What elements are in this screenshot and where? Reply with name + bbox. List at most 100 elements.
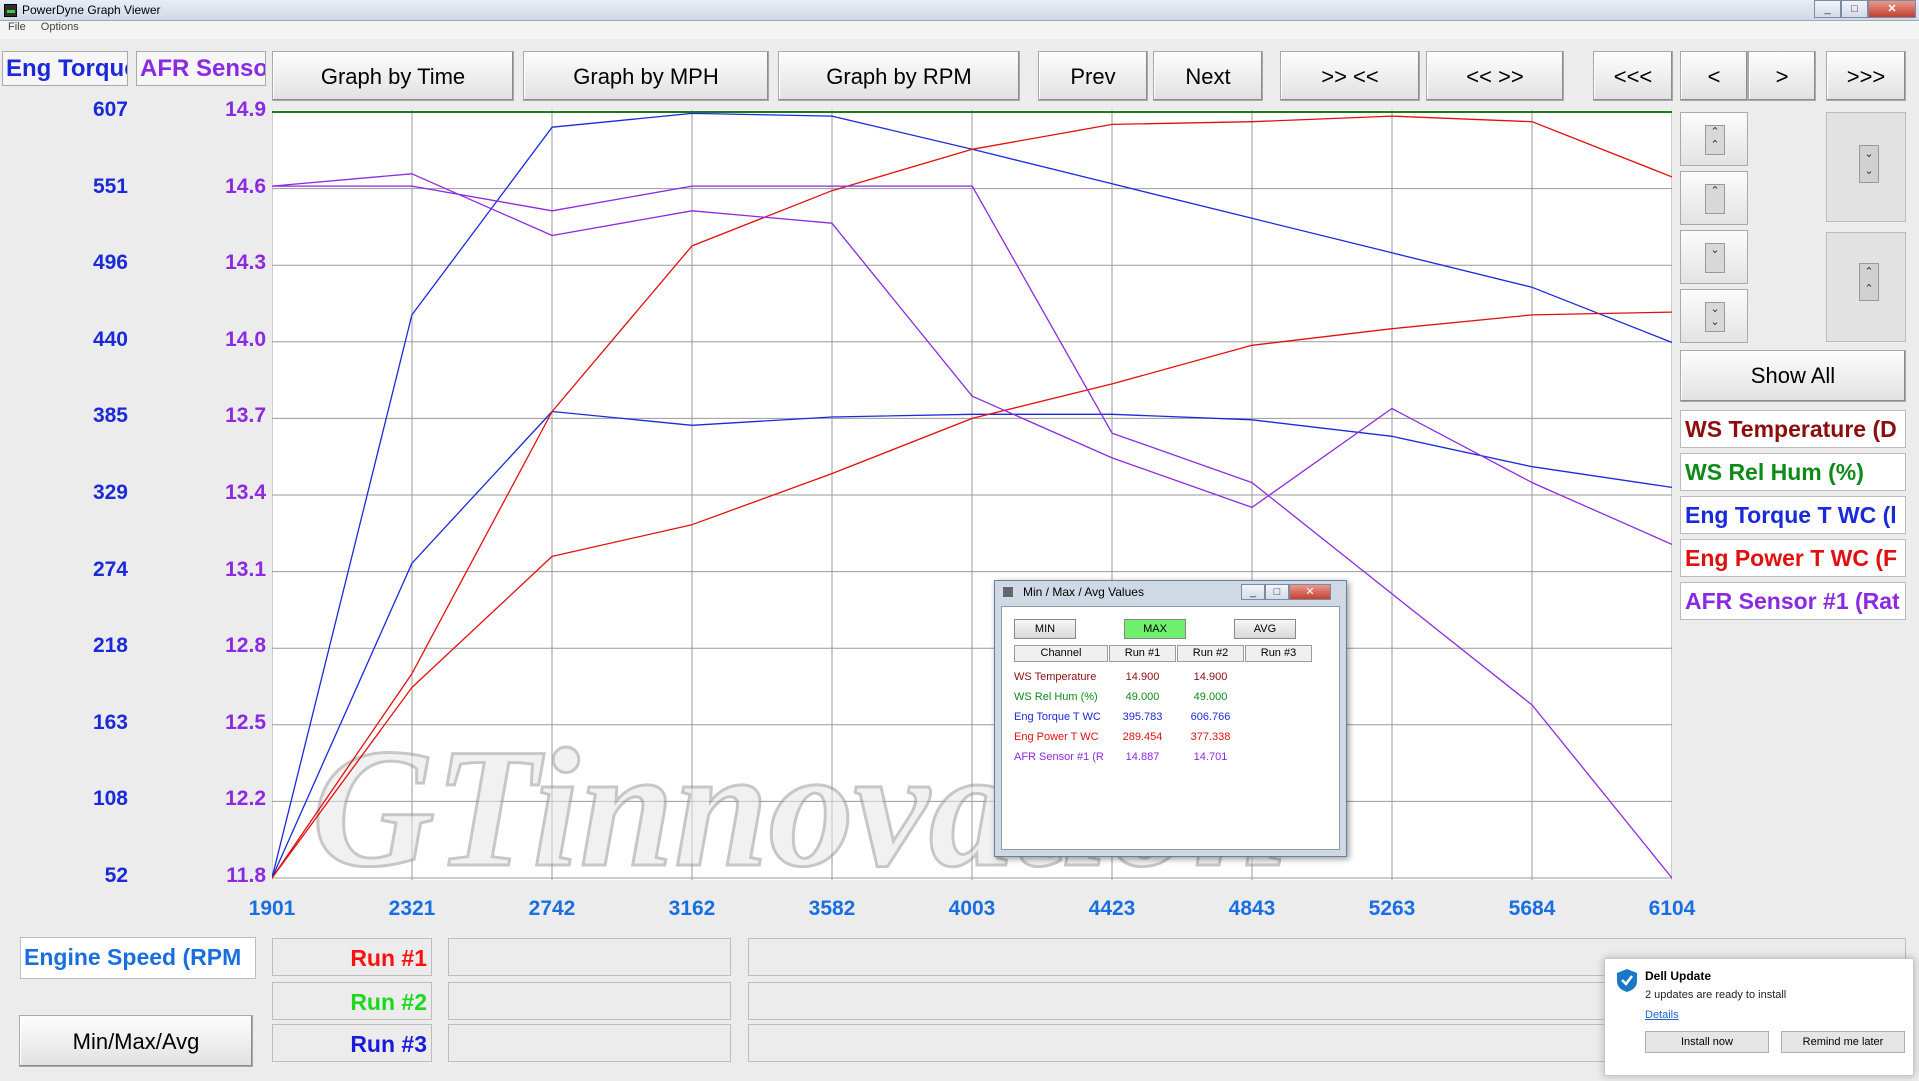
dell-update-icon bbox=[1615, 967, 1639, 993]
right-axis-header[interactable]: AFR Sensor #1 bbox=[136, 51, 266, 86]
right-tick-label: 12.5 bbox=[225, 710, 266, 734]
avg-button[interactable]: AVG bbox=[1234, 619, 1296, 639]
dialog-cell-run2: 377.338 bbox=[1190, 731, 1231, 743]
scale-up-button[interactable]: ⌃ bbox=[1680, 171, 1748, 225]
dialog-close-button[interactable]: ✕ bbox=[1289, 584, 1331, 600]
left-tick-label: 496 bbox=[92, 251, 128, 275]
min-max-avg-button[interactable]: Min/Max/Avg bbox=[19, 1015, 253, 1067]
left-axis-header[interactable]: Eng Torque T WC bbox=[2, 51, 128, 86]
dialog-cell-channel: Eng Power T WC bbox=[1014, 731, 1099, 743]
dell-update-toast: Dell Update 2 updates are ready to insta… bbox=[1604, 958, 1914, 1076]
x-tick-label: 3162 bbox=[668, 897, 716, 920]
dialog-title: Min / Max / Avg Values bbox=[1023, 585, 1144, 599]
graph-by-time-button[interactable]: Graph by Time bbox=[272, 51, 514, 101]
header-channel: Channel bbox=[1014, 645, 1108, 662]
right-scale-up-button[interactable]: ⌃ ⌃ bbox=[1826, 232, 1906, 342]
dialog-cell-channel: AFR Sensor #1 (R bbox=[1014, 751, 1104, 763]
menu-file[interactable]: File bbox=[8, 21, 26, 33]
legend-item[interactable]: Eng Torque T WC (l bbox=[1680, 496, 1906, 534]
close-button[interactable]: ✕ bbox=[1868, 0, 1916, 18]
x-tick-label: 6104 bbox=[1648, 897, 1696, 920]
x-tick-label: 3582 bbox=[808, 897, 856, 920]
maximize-button[interactable]: □ bbox=[1841, 0, 1868, 18]
dyno-chart[interactable]: GTinnovation bbox=[272, 110, 1672, 880]
left-tick-label: 52 bbox=[104, 864, 128, 887]
dialog-cell-run3 bbox=[1245, 707, 1312, 727]
right-scale-down-button[interactable]: ⌄ ⌄ bbox=[1826, 112, 1906, 222]
right-tick-label: 12.8 bbox=[225, 634, 266, 658]
left-tick-label: 329 bbox=[92, 481, 128, 504]
remind-later-button[interactable]: Remind me later bbox=[1781, 1031, 1905, 1053]
app-icon bbox=[4, 4, 17, 17]
scroll-first-button[interactable]: <<< bbox=[1593, 51, 1673, 101]
right-tick-label: 12.2 bbox=[225, 787, 266, 811]
toast-details-link[interactable]: Details bbox=[1645, 1009, 1679, 1021]
scroll-forward-button[interactable]: > bbox=[1748, 51, 1816, 101]
toast-message: 2 updates are ready to install bbox=[1645, 989, 1787, 1001]
scale-down-fast-button[interactable]: ⌄ ⌄ bbox=[1680, 289, 1748, 343]
right-tick-label: 13.4 bbox=[225, 481, 266, 504]
right-tick-label: 13.7 bbox=[225, 404, 266, 428]
run-1-label: Run #1 bbox=[272, 938, 432, 976]
dialog-cell-run2: 49.000 bbox=[1193, 691, 1228, 703]
chevron-down-icon: ⌄ bbox=[1705, 243, 1725, 273]
x-axis-selector[interactable]: Engine Speed (RPM bbox=[20, 937, 256, 979]
dialog-cell-run3 bbox=[1245, 667, 1312, 687]
min-button[interactable]: MIN bbox=[1014, 619, 1076, 639]
show-all-button[interactable]: Show All bbox=[1680, 350, 1906, 402]
scroll-back-button[interactable]: < bbox=[1680, 51, 1748, 101]
left-tick-label: 551 bbox=[92, 174, 128, 198]
legend-item[interactable]: Eng Power T WC (F bbox=[1680, 539, 1906, 577]
right-tick-label: 14.0 bbox=[225, 327, 266, 351]
right-tick-label: 14.3 bbox=[225, 251, 266, 275]
dialog-minimize-button[interactable]: _ bbox=[1241, 584, 1265, 600]
dialog-cell-run3 bbox=[1245, 747, 1312, 767]
graph-by-rpm-button[interactable]: Graph by RPM bbox=[778, 51, 1020, 101]
left-tick-label: 440 bbox=[92, 327, 128, 351]
header-run1: Run #1 bbox=[1109, 645, 1176, 662]
minimize-button[interactable]: _ bbox=[1814, 0, 1841, 18]
x-axis-label: Engine Speed (RPM bbox=[24, 944, 242, 970]
right-tick-label: 13.1 bbox=[225, 557, 266, 581]
scale-down-button[interactable]: ⌄ bbox=[1680, 230, 1748, 284]
max-button[interactable]: MAX bbox=[1124, 619, 1186, 639]
run-1-info bbox=[448, 938, 731, 976]
dialog-cell-channel: WS Temperature bbox=[1014, 671, 1097, 683]
menu-bar: File Options bbox=[0, 21, 1919, 39]
legend-item[interactable]: WS Temperature (D bbox=[1680, 410, 1906, 448]
dialog-cell-run1: 289.454 bbox=[1122, 731, 1163, 743]
dialog-maximize-button[interactable]: □ bbox=[1265, 584, 1289, 600]
scroll-last-button[interactable]: >>> bbox=[1826, 51, 1906, 101]
scale-up-fast-button[interactable]: ⌃ ⌃ bbox=[1680, 112, 1748, 166]
legend-item[interactable]: AFR Sensor #1 (Rat bbox=[1680, 582, 1906, 620]
x-tick-label: 5263 bbox=[1368, 897, 1416, 920]
x-tick-label: 4843 bbox=[1228, 897, 1276, 920]
x-tick-label: 2321 bbox=[388, 897, 436, 920]
left-tick-label: 274 bbox=[92, 557, 128, 581]
prev-button[interactable]: Prev bbox=[1038, 51, 1148, 101]
double-chevron-up-icon: ⌃ ⌃ bbox=[1705, 125, 1725, 155]
install-now-button[interactable]: Install now bbox=[1645, 1031, 1769, 1053]
graph-by-mph-button[interactable]: Graph by MPH bbox=[523, 51, 769, 101]
double-chevron-down-icon: ⌄ ⌄ bbox=[1859, 145, 1879, 183]
left-tick-label: 163 bbox=[92, 710, 128, 734]
zoom-out-button[interactable]: << >> bbox=[1426, 51, 1564, 101]
dialog-cell-run2: 14.900 bbox=[1193, 671, 1228, 683]
right-tick-label: 11.8 bbox=[226, 864, 266, 887]
menu-options[interactable]: Options bbox=[41, 21, 79, 33]
dialog-cell-run1: 49.000 bbox=[1125, 691, 1160, 703]
x-tick-label: 5684 bbox=[1508, 897, 1556, 920]
dialog-cell-run2: 606.766 bbox=[1190, 711, 1231, 723]
left-tick-label: 108 bbox=[92, 787, 128, 811]
dialog-cell-run1: 14.887 bbox=[1125, 751, 1160, 763]
next-button[interactable]: Next bbox=[1153, 51, 1263, 101]
x-tick-label: 2742 bbox=[528, 897, 576, 920]
dialog-cell-channel: WS Rel Hum (%) bbox=[1014, 691, 1098, 703]
legend-item[interactable]: WS Rel Hum (%) bbox=[1680, 453, 1906, 491]
dialog-cell-run3 bbox=[1245, 687, 1312, 707]
toast-title: Dell Update bbox=[1645, 969, 1712, 983]
dialog-body: MIN MAX AVG Channel Run #1 Run #2 Run #3… bbox=[1001, 606, 1340, 850]
header-run3: Run #3 bbox=[1245, 645, 1312, 662]
zoom-in-button[interactable]: >> << bbox=[1280, 51, 1420, 101]
right-tick-label: 14.6 bbox=[225, 174, 266, 198]
